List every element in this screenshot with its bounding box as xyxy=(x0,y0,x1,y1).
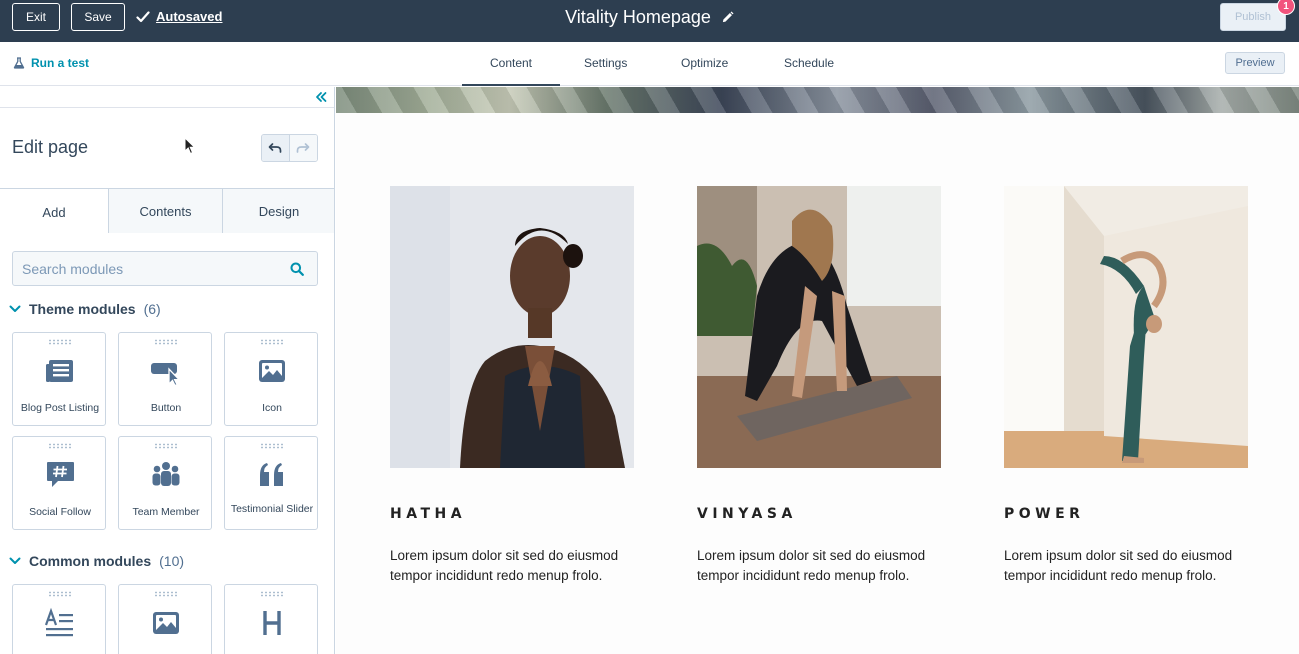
module-label: Icon xyxy=(262,402,282,414)
quote-icon xyxy=(260,463,283,486)
search-modules-input[interactable] xyxy=(13,252,283,285)
theme-modules-header[interactable]: Theme modules (6) xyxy=(9,301,161,317)
collapse-sidebar-icon[interactable] xyxy=(314,90,328,104)
sidebar-tab-add[interactable]: Add xyxy=(0,189,108,235)
save-button[interactable]: Save xyxy=(71,3,125,31)
card-description: Lorem ipsum dolor sit sed do eiusmod tem… xyxy=(1004,548,1233,583)
redo-button[interactable] xyxy=(289,135,317,161)
module-rich-text[interactable] xyxy=(12,584,106,654)
run-a-test-link[interactable]: Run a test xyxy=(13,56,89,70)
notification-badge[interactable]: 1 xyxy=(1277,0,1295,15)
hashtag-chat-icon xyxy=(47,462,74,487)
drag-grip-icon xyxy=(261,339,283,345)
section-name: Common modules xyxy=(29,553,152,569)
drag-grip-icon xyxy=(155,443,177,449)
sidebar-tab-contents[interactable]: Contents xyxy=(108,189,222,233)
module-image[interactable] xyxy=(118,584,212,654)
drag-grip-icon xyxy=(155,339,177,345)
undo-button[interactable] xyxy=(262,135,290,161)
image-icon xyxy=(153,612,179,634)
blog-listing-icon xyxy=(46,360,73,382)
image-icon xyxy=(259,360,285,382)
text-icon xyxy=(44,607,73,637)
redo-icon xyxy=(296,143,310,153)
card-description: Lorem ipsum dolor sit sed do eiusmod tem… xyxy=(697,548,926,583)
vinyasa-photo xyxy=(697,186,941,468)
module-label: Button xyxy=(150,402,182,414)
module-button[interactable]: Button xyxy=(118,332,212,426)
page-title-editor[interactable]: Vitality Homepage xyxy=(565,7,734,28)
hero-banner-image xyxy=(336,87,1299,113)
card-heading: POWER xyxy=(1004,506,1085,522)
search-icon[interactable] xyxy=(290,262,304,276)
drag-grip-icon xyxy=(261,443,283,449)
pencil-icon[interactable] xyxy=(721,11,734,24)
module-label: Team Member xyxy=(132,506,200,518)
button-cursor-icon xyxy=(151,363,181,387)
module-header[interactable] xyxy=(224,584,318,654)
class-card-vinyasa[interactable]: VINYASA Lorem ipsum dolor sit sed do eiu… xyxy=(697,186,941,583)
class-card-power[interactable]: POWER Lorem ipsum dolor sit sed do eiusm… xyxy=(1004,186,1248,583)
flask-icon xyxy=(13,57,25,69)
module-label: Social Follow xyxy=(29,506,91,518)
edit-sidebar: Edit page Add Contents Design Theme modu… xyxy=(0,87,335,654)
undo-redo-group xyxy=(261,134,318,162)
drag-grip-icon xyxy=(49,443,71,449)
autosaved-label: Autosaved xyxy=(156,9,223,24)
sidebar-collapse-row xyxy=(0,87,334,108)
chevron-down-icon xyxy=(9,557,21,564)
tab-content[interactable]: Content xyxy=(462,56,560,86)
section-count: (6) xyxy=(143,301,161,317)
sidebar-tabs: Add Contents Design xyxy=(0,188,334,235)
module-social-follow[interactable]: Social Follow xyxy=(12,436,106,530)
section-count: (10) xyxy=(159,553,185,569)
autosaved-status[interactable]: Autosaved xyxy=(136,9,222,24)
drag-grip-icon xyxy=(155,591,177,597)
sidebar-title: Edit page xyxy=(12,137,89,157)
common-modules-header[interactable]: Common modules (10) xyxy=(9,553,184,569)
power-photo xyxy=(1004,186,1248,468)
module-icon[interactable]: Icon xyxy=(224,332,318,426)
top-toolbar: Exit Save Autosaved Vitality Homepage Pu… xyxy=(0,0,1299,42)
editor-nav-bar: Run a test Content Settings Optimize Sch… xyxy=(0,42,1299,86)
heading-icon xyxy=(263,611,281,635)
section-name: Theme modules xyxy=(29,301,136,317)
preview-button[interactable]: Preview xyxy=(1225,52,1285,74)
undo-icon xyxy=(268,143,282,153)
module-team-member[interactable]: Team Member xyxy=(118,436,212,530)
sidebar-tab-design[interactable]: Design xyxy=(222,189,334,233)
drag-grip-icon xyxy=(49,339,71,345)
mouse-cursor-icon xyxy=(184,137,196,155)
module-testimonial-slider[interactable]: Testimonial Slider xyxy=(224,436,318,530)
card-heading: HATHA xyxy=(390,506,467,522)
card-heading: VINYASA xyxy=(697,506,797,522)
class-card-hatha[interactable]: HATHA Lorem ipsum dolor sit sed do eiusm… xyxy=(390,186,634,583)
module-label: Testimonial Slider xyxy=(230,503,314,515)
page-title: Vitality Homepage xyxy=(565,7,711,27)
module-label: Blog Post Listing xyxy=(20,402,100,414)
module-blog-post-listing[interactable]: Blog Post Listing xyxy=(12,332,106,426)
card-description: Lorem ipsum dolor sit sed do eiusmod tem… xyxy=(390,548,619,583)
page-preview-canvas[interactable]: HATHA Lorem ipsum dolor sit sed do eiusm… xyxy=(336,87,1299,654)
module-search xyxy=(12,251,318,286)
tab-settings[interactable]: Settings xyxy=(584,56,627,70)
run-a-test-label: Run a test xyxy=(31,56,90,70)
check-icon xyxy=(136,10,150,22)
tab-schedule[interactable]: Schedule xyxy=(784,56,834,70)
people-icon xyxy=(152,462,180,486)
exit-button[interactable]: Exit xyxy=(12,3,60,31)
chevron-down-icon xyxy=(9,305,21,312)
drag-grip-icon xyxy=(261,591,283,597)
hatha-photo xyxy=(390,186,634,468)
tab-optimize[interactable]: Optimize xyxy=(681,56,728,70)
drag-grip-icon xyxy=(49,591,71,597)
